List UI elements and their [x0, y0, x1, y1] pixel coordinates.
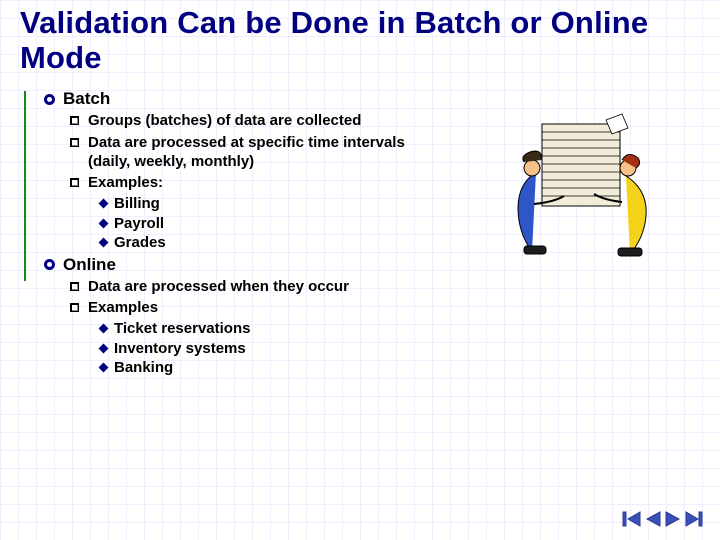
list-item-text: Data are processed when they occur: [88, 277, 349, 296]
online-examples: Ticket reservations Inventory systems Ba…: [88, 319, 250, 378]
list-item-text: Examples: [88, 299, 158, 316]
list-item-text: Banking: [114, 358, 173, 378]
list-item-body: Examples: Billing Payroll Grades: [88, 173, 166, 253]
next-slide-button[interactable]: [664, 510, 682, 528]
list-item-body: Examples Ticket reservations Inventory s…: [88, 298, 250, 378]
list-item: Inventory systems: [100, 339, 250, 359]
section-heading-batch: Batch: [44, 89, 702, 109]
diamond-bullet-icon: [99, 218, 109, 228]
list-item: Data are processed at specific time inte…: [70, 133, 430, 171]
diamond-bullet-icon: [99, 363, 109, 373]
list-item: Examples Ticket reservations Inventory s…: [70, 298, 430, 378]
list-item: Ticket reservations: [100, 319, 250, 339]
list-item: Grades: [100, 233, 166, 253]
list-item-text: Grades: [114, 233, 166, 253]
list-item-text: Ticket reservations: [114, 319, 250, 339]
list-item-text: Inventory systems: [114, 339, 246, 359]
section-heading-label: Batch: [63, 89, 110, 109]
list-item: Banking: [100, 358, 250, 378]
square-bullet-icon: [70, 116, 79, 125]
square-bullet-icon: [70, 178, 79, 187]
square-bullet-icon: [70, 303, 79, 312]
list-item: Groups (batches) of data are collected: [70, 111, 430, 130]
list-item: Payroll: [100, 214, 166, 234]
batch-examples: Billing Payroll Grades: [88, 194, 166, 253]
diamond-bullet-icon: [99, 238, 109, 248]
diamond-bullet-icon: [99, 343, 109, 353]
illustration-papers-stack: [494, 112, 664, 268]
square-bullet-icon: [70, 282, 79, 291]
section-heading-label: Online: [63, 255, 116, 275]
circle-bullet-icon: [44, 94, 55, 105]
list-item-text: Billing: [114, 194, 160, 214]
list-item: Data are processed when they occur: [70, 277, 430, 296]
list-item-text: Groups (batches) of data are collected: [88, 111, 361, 130]
batch-list: Groups (batches) of data are collected D…: [70, 111, 430, 252]
diamond-bullet-icon: [99, 324, 109, 334]
circle-bullet-icon: [44, 259, 55, 270]
square-bullet-icon: [70, 138, 79, 147]
online-list: Data are processed when they occur Examp…: [70, 277, 430, 378]
list-item: Billing: [100, 194, 166, 214]
list-item: Examples: Billing Payroll Grades: [70, 173, 430, 253]
list-item-text: Examples:: [88, 174, 163, 191]
slide-title: Validation Can be Done in Batch or Onlin…: [20, 6, 702, 75]
list-item-text: Data are processed at specific time inte…: [88, 133, 430, 171]
list-item-text: Payroll: [114, 214, 164, 234]
slide-nav: [622, 510, 704, 528]
last-slide-button[interactable]: [684, 510, 704, 528]
prev-slide-button[interactable]: [644, 510, 662, 528]
first-slide-button[interactable]: [622, 510, 642, 528]
diamond-bullet-icon: [99, 199, 109, 209]
